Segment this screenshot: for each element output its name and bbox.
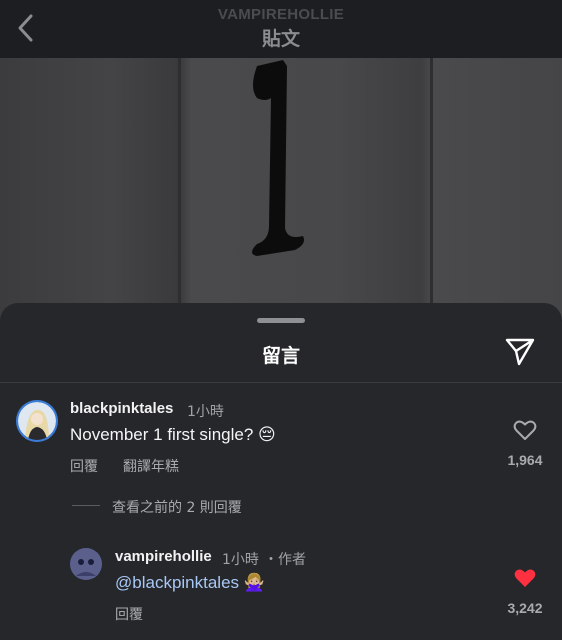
header-divider: [0, 382, 562, 383]
post-photo: [0, 58, 562, 320]
wood-plank-gap: [178, 58, 181, 320]
heart-outline-icon[interactable]: [513, 419, 537, 441]
page-title: 貼文: [261, 28, 300, 50]
view-previous-replies[interactable]: 查看之前的 2 則回覆: [112, 497, 242, 517]
comment-username[interactable]: blackpinktales: [70, 400, 173, 417]
like-count: 1,964: [507, 452, 543, 468]
reply-emoji: 🙅🏼‍♀️: [243, 573, 265, 592]
translate-button[interactable]: 翻譯年糕: [123, 456, 179, 476]
comment-time: 1小時: [187, 404, 224, 420]
drag-handle[interactable]: [257, 318, 305, 323]
author-tag: ・作者: [264, 552, 306, 568]
avatar[interactable]: [16, 400, 58, 442]
wood-plank-gap: [430, 58, 433, 320]
mention-link[interactable]: @blackpinktales: [115, 573, 239, 592]
like-count: 3,242: [507, 600, 543, 616]
post-author-username: VAMPIREHOLLIE: [217, 6, 345, 23]
reply-time: 1小時: [222, 552, 259, 568]
avatar[interactable]: [70, 548, 102, 580]
heart-filled-icon[interactable]: [513, 567, 537, 589]
house-number-one-image: [252, 60, 304, 256]
replies-line: [72, 505, 100, 506]
send-icon[interactable]: [503, 336, 537, 368]
reply-username[interactable]: vampirehollie: [115, 548, 212, 565]
reply-button[interactable]: 回覆: [115, 604, 143, 624]
reply-text: @blackpinktales 🙅🏼‍♀️: [115, 573, 265, 593]
comment-text: November 1 first single? 😔: [70, 425, 276, 444]
top-bar: VAMPIREHOLLIE 貼文: [0, 0, 562, 58]
comments-sheet: 留言 blackpinktales 1小時 November 1 first s…: [0, 303, 562, 640]
comments-title: 留言: [261, 345, 300, 367]
reply-button[interactable]: 回覆: [70, 456, 98, 476]
